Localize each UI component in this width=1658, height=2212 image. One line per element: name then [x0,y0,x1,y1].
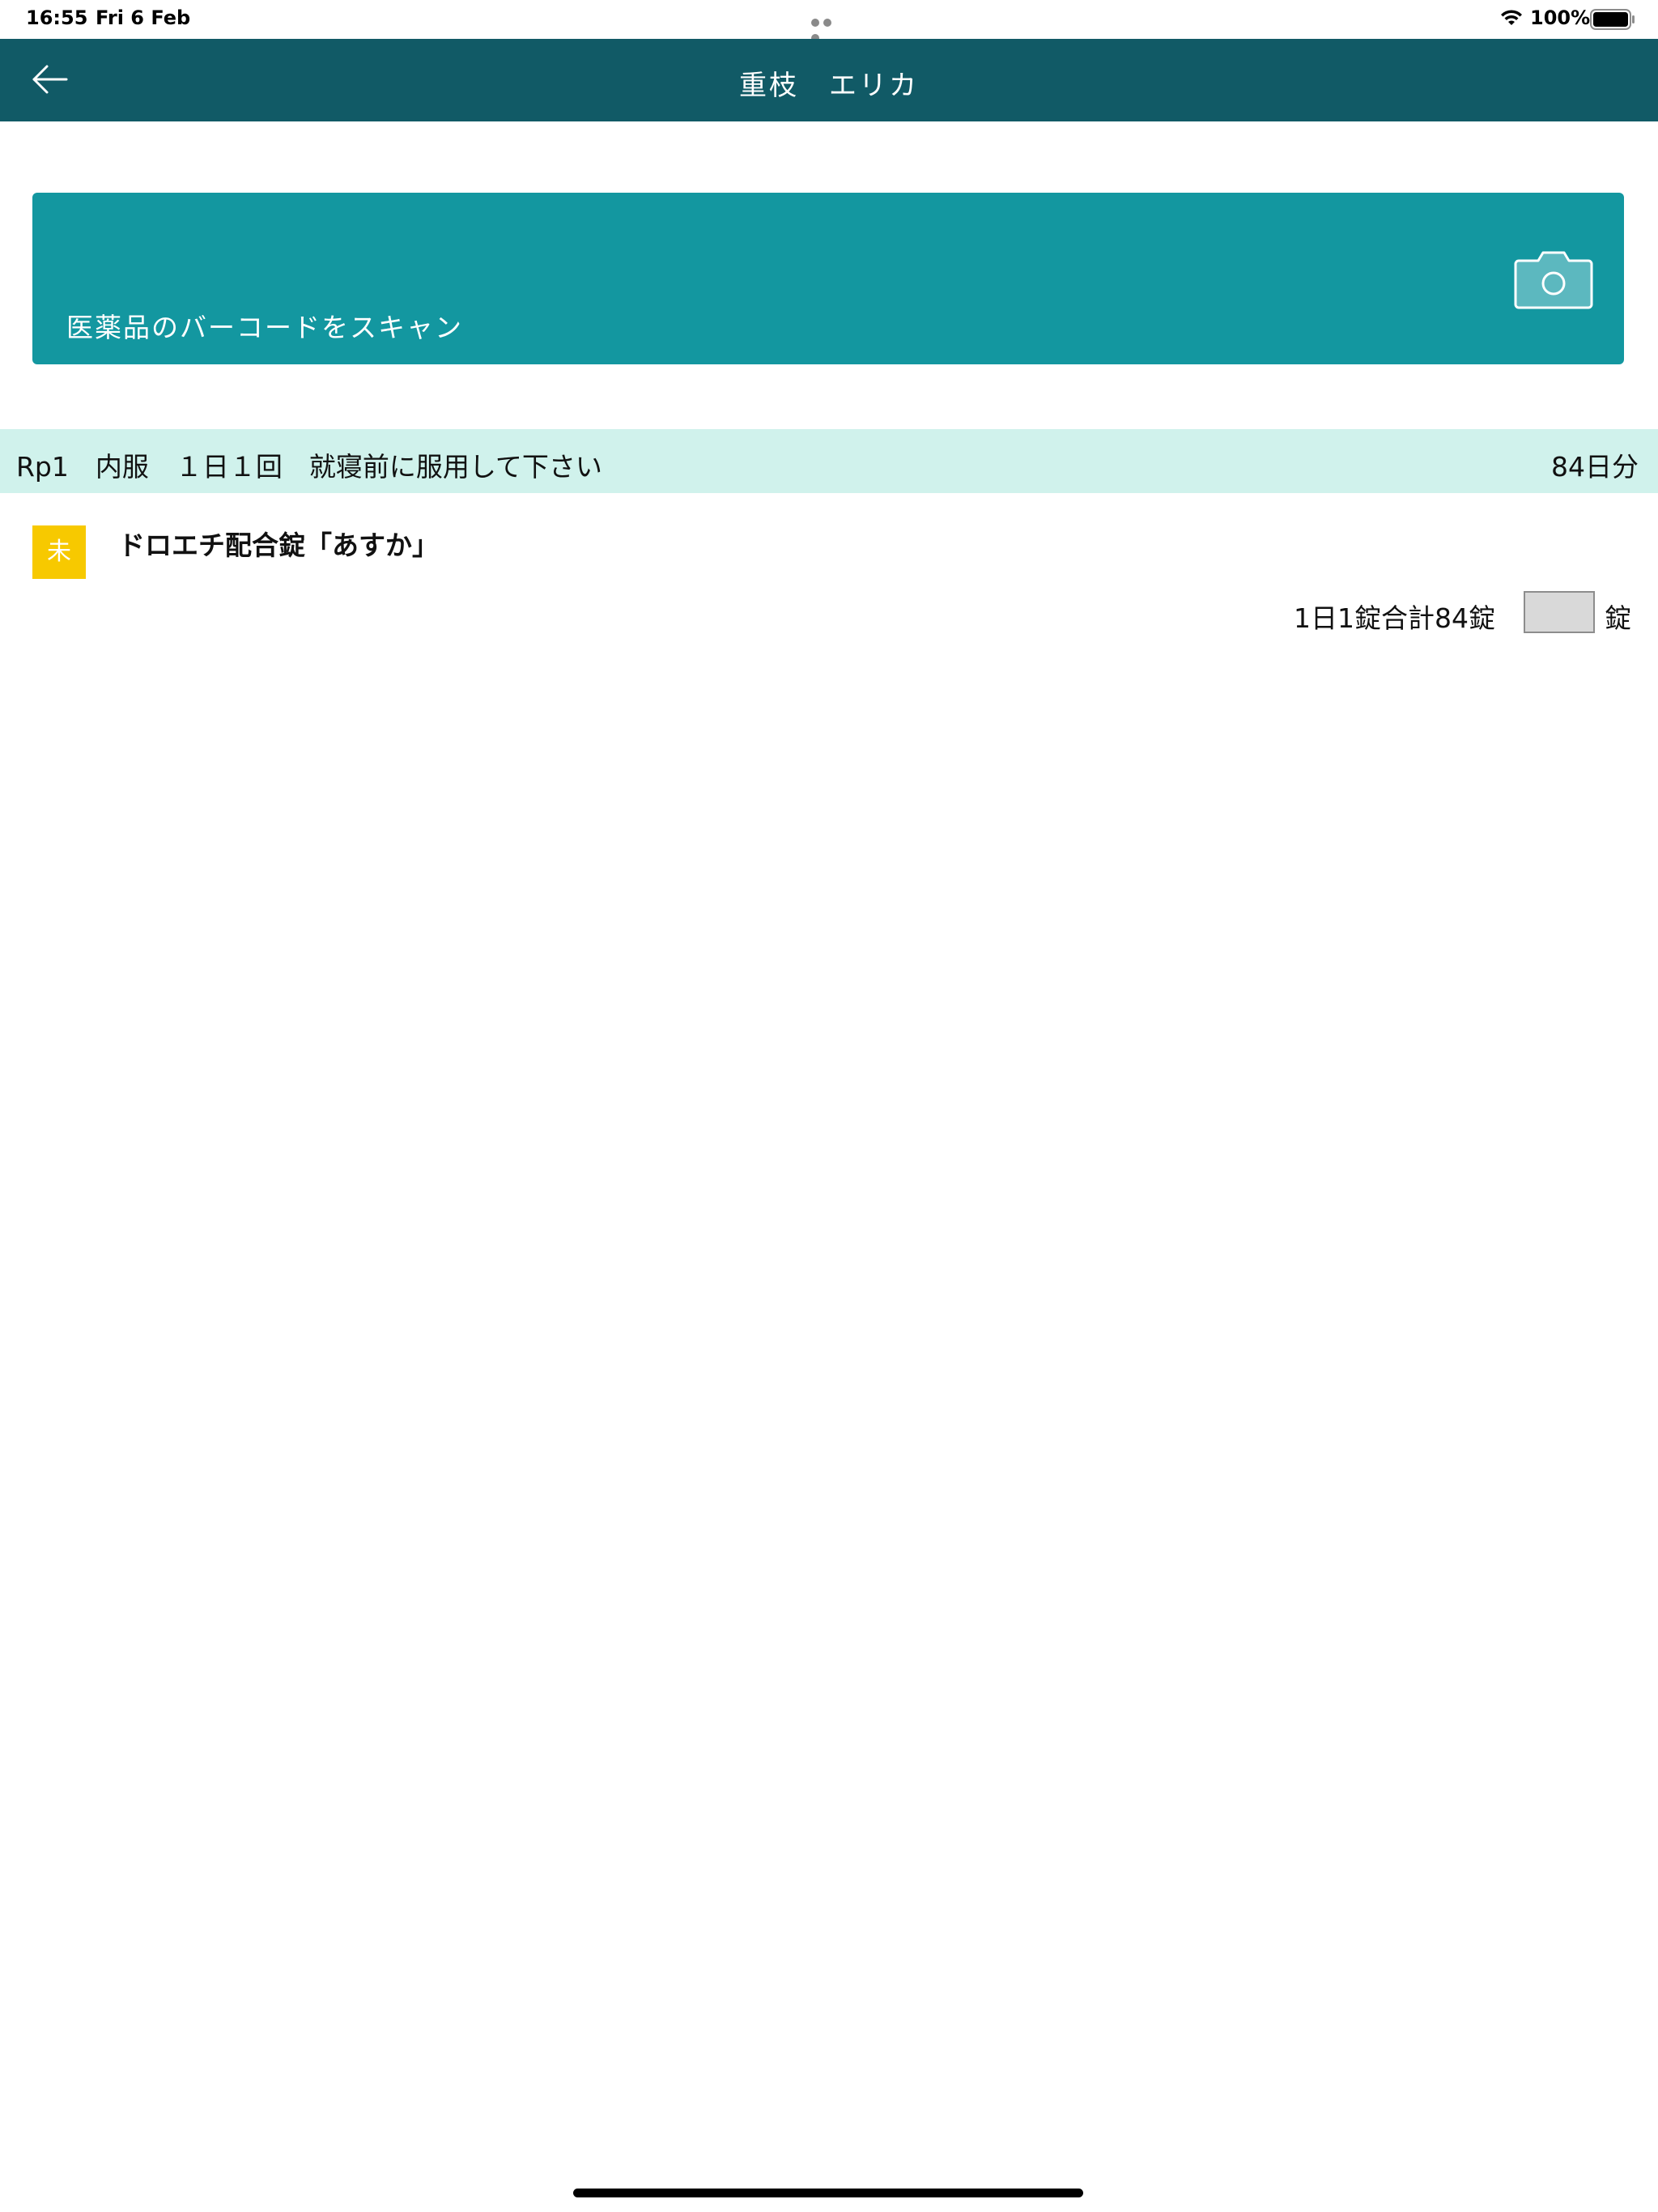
battery-percentage: 100% [1530,6,1591,29]
status-bar: 16:55 Fri 6 Feb 100% [0,0,1658,42]
multitasking-dots-icon[interactable] [811,15,847,42]
camera-icon [1514,251,1593,309]
count-unit: 錠 [1605,602,1631,634]
home-indicator[interactable] [573,2189,1083,2197]
prescription-label: Rp1 内服 １日１回 就寝前に服用して下さい [16,451,602,483]
drug-name: ドロエチ配合錠「あすか」 [118,530,439,561]
prescription-header: Rp1 内服 １日１回 就寝前に服用して下さい 84日分 [0,429,1658,493]
drug-dose: 1日1錠合計84錠 [1294,602,1495,634]
drug-list-item: 未 ドロエチ配合錠「あすか」 1日1錠合計84錠 錠 [0,493,1658,639]
status-badge: 未 [32,525,86,579]
page-title: 重枝 エリカ [739,70,919,102]
navigation-bar: 重枝 エリカ [0,39,1658,121]
scan-label: 医薬品のバーコードをスキャン [66,312,463,343]
battery-icon [1590,9,1635,30]
wifi-icon [1501,10,1522,25]
prescription-days: 84日分 [1551,451,1639,483]
scan-barcode-button[interactable]: 医薬品のバーコードをスキャン [32,193,1624,364]
status-date: Fri 6 Feb [96,6,191,29]
count-input[interactable] [1524,591,1595,633]
status-time: 16:55 [26,6,88,29]
